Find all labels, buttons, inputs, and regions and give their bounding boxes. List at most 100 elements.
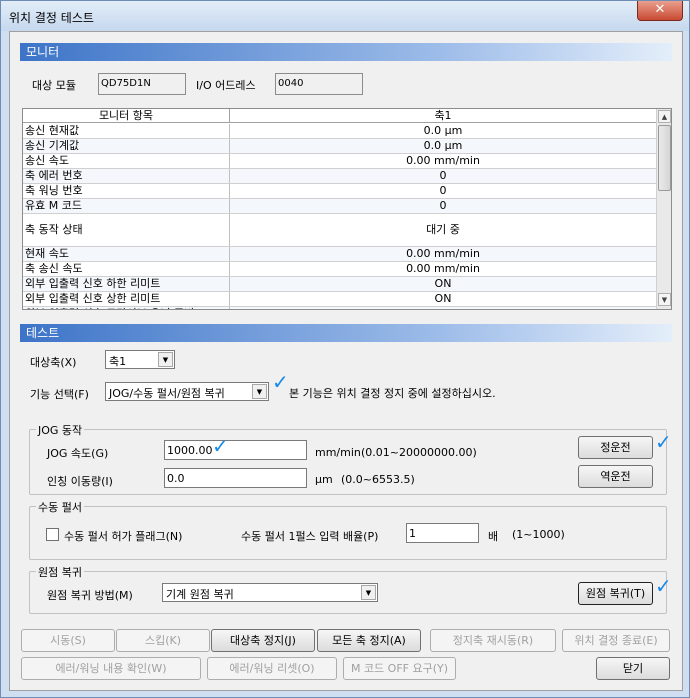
reset-error-warning-button[interactable]: 에러/워닝 리셋(O) bbox=[207, 657, 337, 680]
target-module-value: QD75D1N bbox=[98, 73, 186, 95]
scroll-down-arrow-icon[interactable]: ▼ bbox=[658, 293, 671, 306]
monitor-grid[interactable]: 모니터 항목 축1 송신 현재값 0.0 μm 송신 기계값 0.0 μm 송신 속도 0… bbox=[22, 108, 672, 310]
grid-row: 송신 현재값 0.0 μm bbox=[23, 124, 656, 139]
grid-row: 외부 입출력 신호 하한 리미트 ON bbox=[23, 277, 656, 292]
scroll-thumb[interactable] bbox=[658, 125, 671, 191]
close-window-button[interactable]: ✕ bbox=[637, 1, 683, 21]
inching-amount-unit: μm bbox=[315, 473, 333, 486]
grid-row-value: 0 bbox=[439, 199, 447, 212]
grid-row-label: 유효 M 코드 bbox=[23, 199, 230, 213]
io-address-label: I/O 어드레스 bbox=[196, 79, 256, 92]
chevron-down-icon[interactable]: ▼ bbox=[361, 585, 376, 600]
grid-row: 현재 속도 0.00 mm/min bbox=[23, 247, 656, 262]
grid-row: 축 동작 상태 대기 중 bbox=[23, 214, 656, 247]
pulser-magnification-range: (1~1000) bbox=[512, 528, 565, 541]
home-return-button[interactable]: 원점 복귀(T) bbox=[578, 582, 653, 605]
inching-amount-input[interactable]: 0.0 bbox=[164, 468, 307, 488]
checkmark-icon: ✓ bbox=[212, 434, 229, 458]
pulser-magnification-input[interactable]: 1 bbox=[406, 523, 479, 543]
check-error-warning-button[interactable]: 에러/워닝 내용 확인(W) bbox=[21, 657, 201, 680]
grid-header-item: 모니터 항목 bbox=[23, 109, 230, 123]
pulser-enable-checkbox[interactable] bbox=[46, 528, 59, 541]
home-method-label: 원점 복귀 방법(M) bbox=[47, 589, 133, 602]
jog-group-title: JOG 동작 bbox=[36, 422, 85, 438]
grid-row-value: 0.0 μm bbox=[423, 124, 463, 137]
function-select[interactable]: JOG/수동 펄서/원점 복귀 ▼ bbox=[105, 382, 269, 401]
grid-row-label: 송신 기계값 bbox=[23, 139, 230, 153]
title-bar: 위치 결정 테스트 ✕ bbox=[1, 1, 689, 31]
end-positioning-button[interactable]: 위치 결정 종료(E) bbox=[562, 629, 670, 652]
grid-row: 축 에러 번호 0 bbox=[23, 169, 656, 184]
grid-row-label: 축 동작 상태 bbox=[23, 214, 230, 246]
chevron-down-icon[interactable]: ▼ bbox=[252, 384, 267, 399]
inching-amount-range: (0.0~6553.5) bbox=[341, 473, 415, 486]
test-section-header: 테스트 bbox=[20, 324, 672, 342]
function-select-value: JOG/수동 펄서/원점 복귀 bbox=[109, 387, 225, 400]
window-title: 위치 결정 테스트 bbox=[9, 11, 94, 25]
chevron-down-icon[interactable]: ▼ bbox=[158, 352, 173, 367]
grid-row-value: ON bbox=[434, 292, 452, 305]
skip-button[interactable]: 스킵(K) bbox=[116, 629, 210, 652]
target-axis-value: 축1 bbox=[109, 355, 127, 368]
grid-row-label: 축 에러 번호 bbox=[23, 169, 230, 183]
grid-row-label: 송신 속도 bbox=[23, 154, 230, 168]
restart-stopped-axis-button[interactable]: 정지축 재시동(R) bbox=[430, 629, 556, 652]
function-select-label: 기능 선택(F) bbox=[30, 388, 89, 401]
grid-row: 송신 속도 0.00 mm/min bbox=[23, 154, 656, 169]
checkmark-icon: ✓ bbox=[655, 430, 672, 454]
target-axis-stop-button[interactable]: 대상축 정지(J) bbox=[211, 629, 315, 652]
jog-speed-label: JOG 속도(G) bbox=[47, 447, 109, 460]
jog-speed-unit: mm/min bbox=[315, 446, 361, 459]
home-method-select[interactable]: 기계 원점 복귀 ▼ bbox=[162, 583, 378, 602]
monitor-section-header: 모니터 bbox=[20, 43, 672, 61]
grid-row-label: 축 워닝 번호 bbox=[23, 184, 230, 198]
pulser-enable-label: 수동 펄서 허가 플래그(N) bbox=[64, 530, 183, 543]
pulser-magnification-unit: 배 bbox=[488, 530, 499, 543]
grid-scrollbar[interactable]: ▲ ▼ bbox=[656, 109, 671, 309]
grid-row: 외부 입출력 신호 드라이브 유닛 준비ON bbox=[23, 307, 656, 309]
target-module-label: 대상 모듈 bbox=[32, 79, 76, 92]
grid-row-value: 0.00 mm/min bbox=[406, 154, 480, 167]
grid-row: 유효 M 코드 0 bbox=[23, 199, 656, 214]
grid-row-value: 0.00 mm/min bbox=[406, 262, 480, 275]
jog-speed-input[interactable]: 1000.00 bbox=[164, 440, 307, 460]
checkmark-icon: ✓ bbox=[655, 574, 672, 598]
reverse-run-button[interactable]: 역운전 bbox=[578, 465, 653, 488]
grid-row-value: 대기 중 bbox=[426, 223, 460, 236]
pulser-magnification-label: 수동 펄서 1펄스 입력 배율(P) bbox=[241, 530, 379, 543]
io-address-value: 0040 bbox=[275, 73, 363, 95]
grid-row-label: 외부 입출력 신호 하한 리미트 bbox=[23, 277, 230, 291]
grid-row-value: 0 bbox=[439, 169, 447, 182]
grid-row-label: 외부 입출력 신호 상한 리미트 bbox=[23, 292, 230, 306]
grid-row: 외부 입출력 신호 상한 리미트 ON bbox=[23, 292, 656, 307]
grid-row: 송신 기계값 0.0 μm bbox=[23, 139, 656, 154]
dialog-client: 모니터 대상 모듈 QD75D1N I/O 어드레스 0040 모니터 항목 축… bbox=[9, 31, 683, 691]
forward-run-button[interactable]: 정운전 bbox=[578, 436, 653, 459]
monitor-grid-header: 모니터 항목 축1 bbox=[23, 109, 656, 123]
scroll-up-arrow-icon[interactable]: ▲ bbox=[658, 110, 671, 123]
inching-amount-label: 인칭 이동량(I) bbox=[47, 475, 113, 488]
grid-row-label: 축 송신 속도 bbox=[23, 262, 230, 276]
grid-row-label: 현재 속도 bbox=[23, 247, 230, 261]
grid-row: 축 워닝 번호 0 bbox=[23, 184, 656, 199]
grid-row-label: 송신 현재값 bbox=[23, 124, 230, 138]
home-return-group-title: 원점 복귀 bbox=[36, 564, 84, 580]
target-axis-label: 대상축(X) bbox=[30, 356, 77, 369]
function-note: 본 기능은 위치 결정 정지 중에 설정하십시오. bbox=[289, 387, 496, 400]
jog-speed-range: (0.01~20000000.00) bbox=[361, 446, 477, 459]
target-axis-select[interactable]: 축1 ▼ bbox=[105, 350, 175, 369]
grid-row-value: ON bbox=[230, 307, 656, 309]
grid-row-value: 0.00 mm/min bbox=[406, 247, 480, 260]
grid-row-value: 0 bbox=[439, 184, 447, 197]
grid-row-value: ON bbox=[434, 277, 452, 290]
grid-row-value: 0.0 μm bbox=[423, 139, 463, 152]
m-code-off-button[interactable]: M 코드 OFF 요구(Y) bbox=[343, 657, 456, 680]
all-axis-stop-button[interactable]: 모든 축 정지(A) bbox=[317, 629, 421, 652]
grid-row-label: 외부 입출력 신호 드라이브 유닛 준비 bbox=[23, 307, 230, 309]
grid-row: 축 송신 속도 0.00 mm/min bbox=[23, 262, 656, 277]
start-button[interactable]: 시동(S) bbox=[21, 629, 115, 652]
window: 위치 결정 테스트 ✕ 모니터 대상 모듈 QD75D1N I/O 어드레스 0… bbox=[0, 0, 690, 698]
home-method-value: 기계 원점 복귀 bbox=[166, 588, 234, 601]
checkmark-icon: ✓ bbox=[272, 370, 289, 394]
close-button[interactable]: 닫기 bbox=[596, 657, 670, 680]
